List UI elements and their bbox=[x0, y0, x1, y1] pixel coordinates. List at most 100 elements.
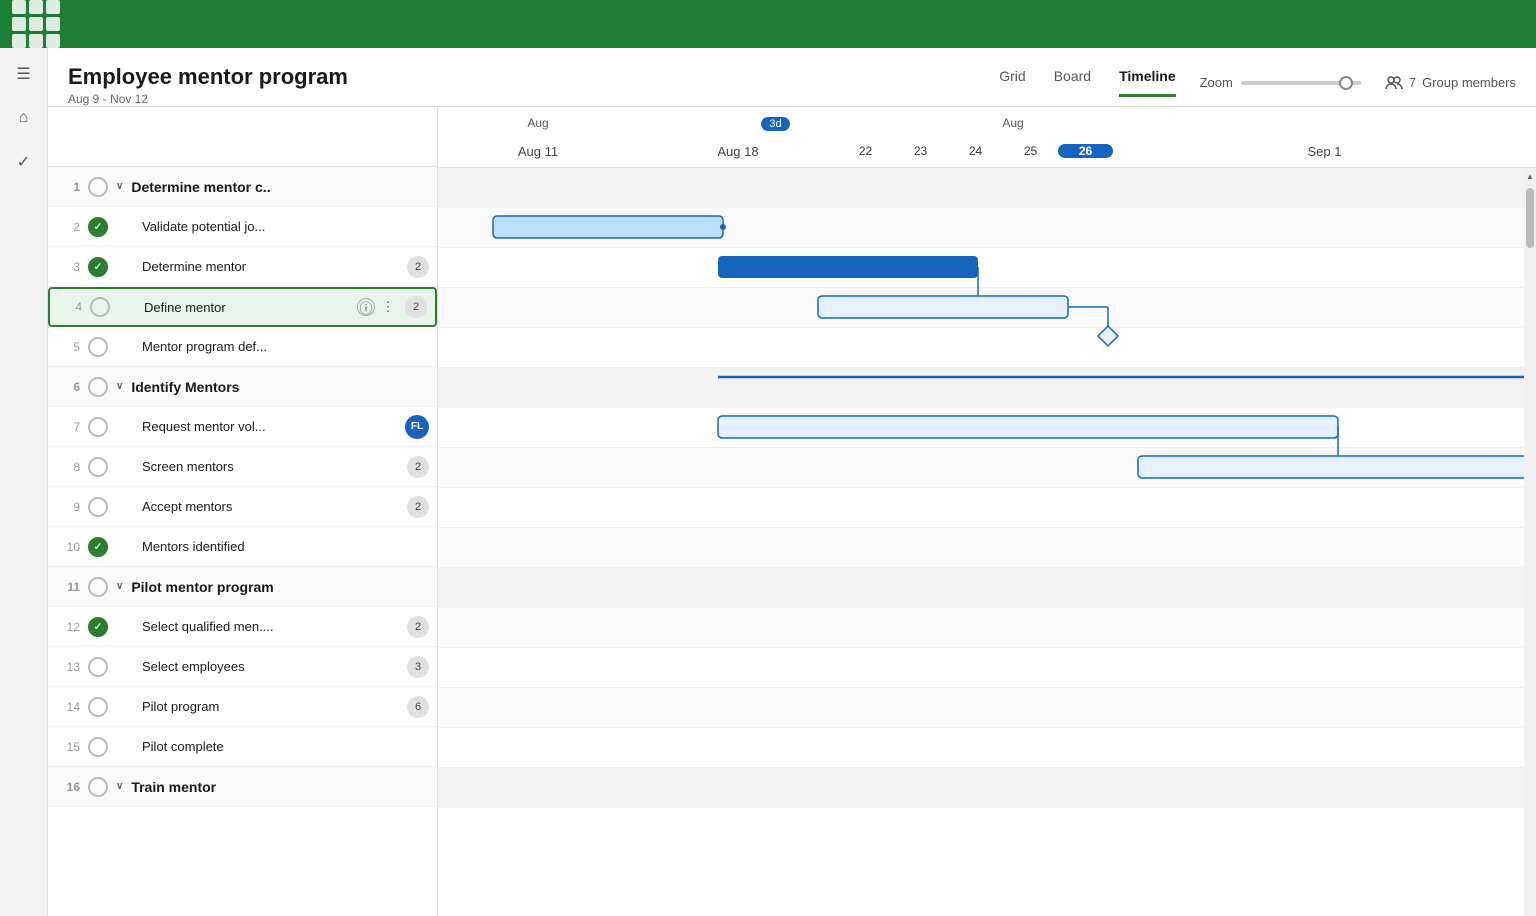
task-row[interactable]: 1∨Determine mentor c.. bbox=[48, 167, 437, 207]
app-launcher-icon[interactable] bbox=[12, 0, 60, 48]
task-row[interactable]: 13Select employees3 bbox=[48, 647, 437, 687]
task-name: Identify Mentors bbox=[131, 379, 429, 395]
status-circle[interactable] bbox=[88, 337, 108, 357]
timeline-grid-row bbox=[438, 688, 1536, 728]
row-number: 9 bbox=[56, 500, 80, 514]
scrollbar-thumb[interactable] bbox=[1526, 188, 1534, 248]
task-name: Determine mentor bbox=[142, 259, 399, 274]
menu-icon[interactable]: ☰ bbox=[10, 60, 38, 88]
tab-board[interactable]: Board bbox=[1054, 68, 1091, 97]
status-circle[interactable] bbox=[88, 497, 108, 517]
timeline-grid-row bbox=[438, 248, 1536, 288]
task-row[interactable]: 2✓Validate potential jo... bbox=[48, 207, 437, 247]
row-number: 5 bbox=[56, 340, 80, 354]
row-number: 8 bbox=[56, 460, 80, 474]
project-header: Employee mentor program Aug 9 - Nov 12 G… bbox=[48, 48, 1536, 107]
timeline-grid-row bbox=[438, 488, 1536, 528]
group-members-button[interactable]: 7 Group members bbox=[1385, 74, 1516, 92]
status-circle[interactable]: ✓ bbox=[88, 257, 108, 277]
timeline-grid-row bbox=[438, 208, 1536, 248]
group-members-label: Group members bbox=[1422, 75, 1516, 90]
badge: 6 bbox=[407, 696, 429, 718]
zoom-thumb[interactable] bbox=[1339, 76, 1353, 90]
scroll-up-arrow[interactable]: ▲ bbox=[1524, 168, 1536, 184]
badge: 2 bbox=[407, 616, 429, 638]
task-row[interactable]: 14Pilot program6 bbox=[48, 687, 437, 727]
status-circle[interactable] bbox=[88, 577, 108, 597]
scrollbar[interactable]: ▲ bbox=[1524, 168, 1536, 916]
task-row[interactable]: 7 Request mentor vol... FL bbox=[48, 407, 437, 447]
row-number: 10 bbox=[56, 540, 80, 554]
task-row[interactable]: 9Accept mentors2 bbox=[48, 487, 437, 527]
status-circle[interactable] bbox=[88, 697, 108, 717]
task-row[interactable]: 8Screen mentors2 bbox=[48, 447, 437, 487]
status-circle[interactable] bbox=[88, 657, 108, 677]
row-number: 6 bbox=[56, 380, 80, 394]
task-row[interactable]: 4Define mentorⓘ⋮2 bbox=[48, 287, 437, 327]
chevron-icon[interactable]: ∨ bbox=[116, 781, 123, 792]
home-icon[interactable]: ⌂ bbox=[10, 104, 38, 132]
timeline-grid-row bbox=[438, 768, 1536, 808]
group-members-count: 7 bbox=[1409, 75, 1416, 90]
task-name: Mentor program def... bbox=[142, 339, 429, 354]
status-circle[interactable] bbox=[88, 177, 108, 197]
date-aug18: Aug 18 bbox=[638, 144, 838, 159]
date-group-aug2: Aug bbox=[913, 116, 1113, 130]
status-circle[interactable]: ✓ bbox=[88, 617, 108, 637]
task-row[interactable]: 11∨Pilot mentor program bbox=[48, 567, 437, 607]
badge: 2 bbox=[407, 256, 429, 278]
status-circle[interactable] bbox=[90, 297, 110, 317]
timeline-grid-row bbox=[438, 288, 1536, 328]
group-members-icon bbox=[1385, 74, 1403, 92]
timeline-grid-row bbox=[438, 528, 1536, 568]
sidebar: ☰ ⌂ ✓ bbox=[0, 48, 48, 916]
row-number: 16 bbox=[56, 780, 80, 794]
date-aug11: Aug 11 bbox=[438, 144, 638, 159]
status-circle[interactable] bbox=[88, 377, 108, 397]
status-circle[interactable] bbox=[88, 777, 108, 797]
task-name: Request mentor vol... bbox=[142, 419, 397, 434]
task-row[interactable]: 5 Mentor program def... bbox=[48, 327, 437, 367]
badge: 2 bbox=[407, 496, 429, 518]
task-row[interactable]: 16∨Train mentor bbox=[48, 767, 437, 807]
task-row[interactable]: 15Pilot complete bbox=[48, 727, 437, 767]
status-circle[interactable]: ✓ bbox=[88, 537, 108, 557]
task-row[interactable]: 3 ✓ Determine mentor 2 bbox=[48, 247, 437, 287]
row-number: 7 bbox=[56, 420, 80, 434]
date-sep1: Sep 1 bbox=[1113, 144, 1536, 159]
badge: 3 bbox=[407, 656, 429, 678]
zoom-slider[interactable] bbox=[1241, 81, 1361, 85]
avatar: FL bbox=[405, 415, 429, 439]
zoom-control: Zoom bbox=[1200, 75, 1361, 90]
timeline-container: Aug 3d Aug Aug 11 Aug 18 22 23 24 25 26 bbox=[438, 107, 1536, 916]
row-number: 1 bbox=[56, 180, 80, 194]
timeline-grid-row bbox=[438, 168, 1536, 208]
date-group-3d: 3d bbox=[638, 116, 913, 130]
row-icons: ⓘ⋮ bbox=[357, 298, 397, 316]
info-icon[interactable]: ⓘ bbox=[357, 298, 375, 316]
timeline-grid-row bbox=[438, 408, 1536, 448]
timeline-body: ▲ bbox=[438, 168, 1536, 916]
date-23: 23 bbox=[893, 144, 948, 158]
check-icon[interactable]: ✓ bbox=[10, 148, 38, 176]
timeline-header: Aug 3d Aug Aug 11 Aug 18 22 23 24 25 26 bbox=[438, 107, 1536, 168]
timeline-grid-row bbox=[438, 608, 1536, 648]
status-circle[interactable] bbox=[88, 737, 108, 757]
date-25: 25 bbox=[1003, 144, 1058, 158]
task-row[interactable]: 10✓Mentors identified bbox=[48, 527, 437, 567]
task-row[interactable]: 12✓Select qualified men....2 bbox=[48, 607, 437, 647]
tab-timeline[interactable]: Timeline bbox=[1119, 68, 1176, 97]
status-circle[interactable] bbox=[88, 457, 108, 477]
view-tabs: Grid Board Timeline bbox=[999, 68, 1175, 97]
status-circle[interactable] bbox=[88, 417, 108, 437]
timeline-grid-row bbox=[438, 328, 1536, 368]
status-circle[interactable]: ✓ bbox=[88, 217, 108, 237]
chevron-icon[interactable]: ∨ bbox=[116, 381, 123, 392]
task-row[interactable]: 6 ∨ Identify Mentors bbox=[48, 367, 437, 407]
chevron-icon[interactable]: ∨ bbox=[116, 181, 123, 192]
chevron-icon[interactable]: ∨ bbox=[116, 581, 123, 592]
row-number: 3 bbox=[56, 260, 80, 274]
task-name: Pilot mentor program bbox=[131, 579, 429, 595]
tab-grid[interactable]: Grid bbox=[999, 68, 1025, 97]
more-options-icon[interactable]: ⋮ bbox=[379, 298, 397, 316]
